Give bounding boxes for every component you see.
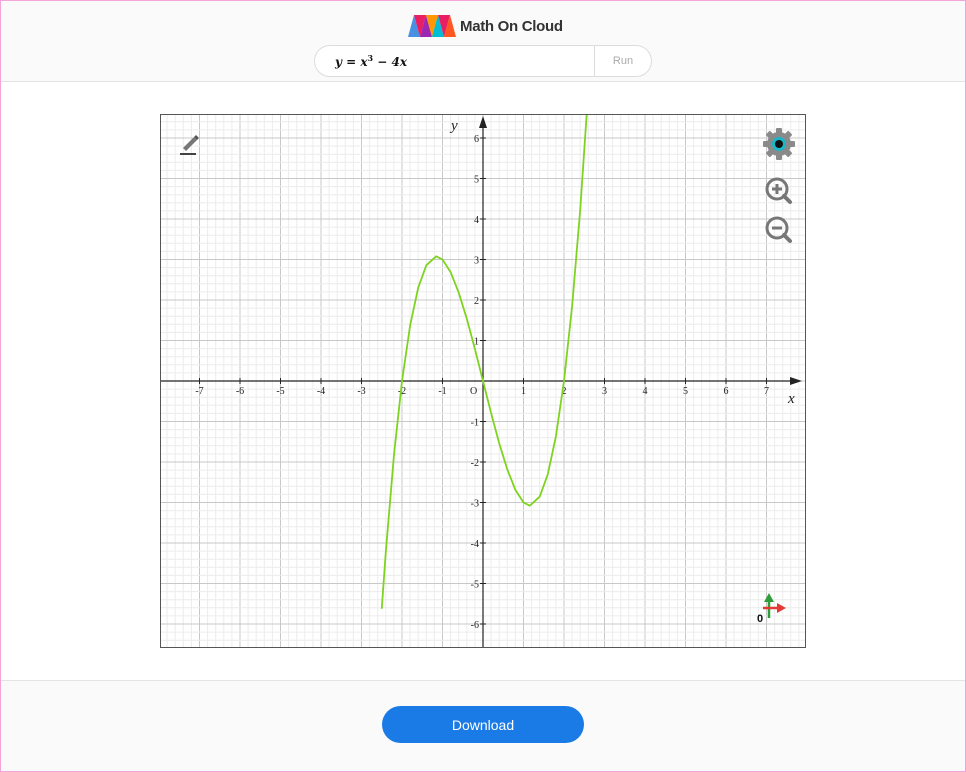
y-tick-label: 4 xyxy=(474,215,479,226)
x-tick-label: -1 xyxy=(438,386,446,397)
main-area: -7 -6 -5 -4 -3 -2 -1 1 2 3 4 5 6 7 -6 -5 -4 -3 -2 -1 1 2 3 4 5 6 O… xyxy=(1,82,965,681)
axes-widget-label: 0 xyxy=(757,613,763,625)
graph-panel[interactable]: -7 -6 -5 -4 -3 -2 -1 1 2 3 4 5 6 7 -6 -5 -4 -3 -2 -1 1 2 3 4 5 6 O… xyxy=(160,113,808,649)
brand-name: Math On Cloud xyxy=(460,17,563,35)
formula-bar[interactable]: y = x3 − 4x Run xyxy=(314,45,652,77)
y-tick-label: -4 xyxy=(471,539,479,550)
axes-widget-icon[interactable]: 0 xyxy=(757,593,786,625)
header: Math On Cloud y = x3 − 4x Run xyxy=(1,1,965,82)
formula-input[interactable]: y = x3 − 4x xyxy=(335,53,407,69)
y-tick-label: 2 xyxy=(474,296,479,307)
x-tick-label: -5 xyxy=(276,386,284,397)
y-tick-label: -3 xyxy=(471,499,479,510)
y-tick-label: -1 xyxy=(471,418,479,429)
zoom-in-icon[interactable] xyxy=(765,177,792,204)
y-tick-label: 6 xyxy=(474,134,479,145)
footer: Download xyxy=(1,681,965,770)
zoom-out-icon[interactable] xyxy=(765,216,792,243)
run-button[interactable]: Run xyxy=(594,46,651,76)
x-tick-label: -6 xyxy=(236,386,244,397)
x-tick-label: 6 xyxy=(724,386,729,397)
math-on-cloud-logo-icon xyxy=(408,15,456,37)
y-tick-label: -2 xyxy=(471,458,479,469)
x-tick-label: 1 xyxy=(521,386,526,397)
origin-label: O xyxy=(470,386,477,397)
x-tick-label: 3 xyxy=(602,386,607,397)
x-tick-label: -4 xyxy=(317,386,325,397)
y-tick-label: -6 xyxy=(471,620,479,631)
formula-prefix: y = x xyxy=(335,55,368,69)
x-tick-label: 7 xyxy=(764,386,769,397)
y-tick-label: 5 xyxy=(474,175,479,186)
function-graph[interactable]: -7 -6 -5 -4 -3 -2 -1 1 2 3 4 5 6 7-6-5-4-3-2-1123456O… xyxy=(160,113,808,649)
y-tick-label: -5 xyxy=(471,580,479,591)
formula-suffix: − 4x xyxy=(373,55,408,69)
x-axis-arrow xyxy=(790,377,802,385)
x-tick-label: 5 xyxy=(683,386,688,397)
x-tick-label: -3 xyxy=(357,386,365,397)
download-button[interactable]: Download xyxy=(382,706,584,743)
y-axis-label: y xyxy=(449,118,458,134)
gear-icon[interactable] xyxy=(763,128,795,160)
x-axis-label: x xyxy=(787,391,795,407)
x-tick-label: -7 xyxy=(195,386,203,397)
x-tick-label: 4 xyxy=(643,386,648,397)
y-tick-label: 3 xyxy=(474,256,479,267)
logo[interactable]: Math On Cloud xyxy=(408,13,563,39)
